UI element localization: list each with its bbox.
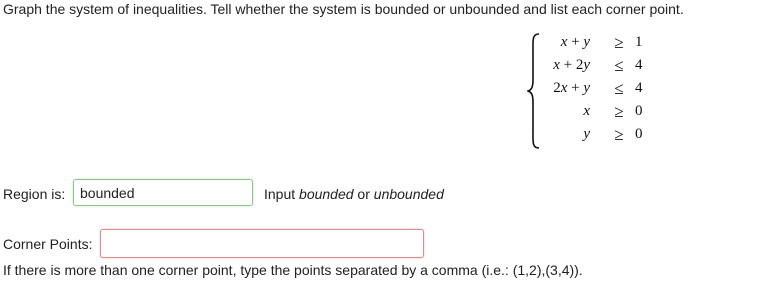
question-text: Graph the system of inequalities. Tell w…: [3, 1, 684, 17]
inequality-row-1: x + y ≥ 1: [527, 33, 652, 58]
inequality-rhs: 4: [635, 57, 643, 73]
inequality-relation: ≤: [614, 56, 624, 75]
inequality-row-2: x + 2y ≤ 4: [527, 56, 652, 81]
region-hint: Input bounded or unbounded: [264, 186, 444, 202]
inequality-row-5: y ≥ 0: [527, 125, 652, 150]
inequality-relation: ≥: [614, 125, 624, 144]
region-input[interactable]: [73, 179, 253, 206]
corner-points-label: Corner Points:: [3, 236, 93, 252]
inequality-row-4: x ≥ 0: [527, 102, 652, 127]
inequality-lhs: x: [583, 103, 590, 119]
inequality-rhs: 0: [635, 103, 643, 119]
inequality-rhs: 4: [635, 80, 643, 96]
inequality-lhs: x + y: [560, 34, 590, 50]
corner-points-input[interactable]: [100, 229, 424, 258]
inequality-lhs: 2x + y: [553, 80, 590, 96]
inequality-system: x + y ≥ 1 x + 2y ≤ 4 2x + y ≤ 4 x ≥ 0 y …: [527, 32, 652, 150]
inequality-relation: ≤: [614, 79, 624, 98]
inequality-lhs: y: [583, 126, 590, 142]
inequality-row-3: 2x + y ≤ 4: [527, 79, 652, 104]
inequality-rhs: 1: [635, 34, 643, 50]
inequality-rhs: 0: [635, 126, 643, 142]
inequality-lhs: x + 2y: [553, 57, 590, 73]
region-label: Region is:: [3, 186, 66, 202]
inequality-relation: ≥: [614, 33, 624, 52]
corner-points-hint: If there is more than one corner point, …: [3, 262, 583, 278]
inequality-relation: ≥: [614, 102, 624, 121]
